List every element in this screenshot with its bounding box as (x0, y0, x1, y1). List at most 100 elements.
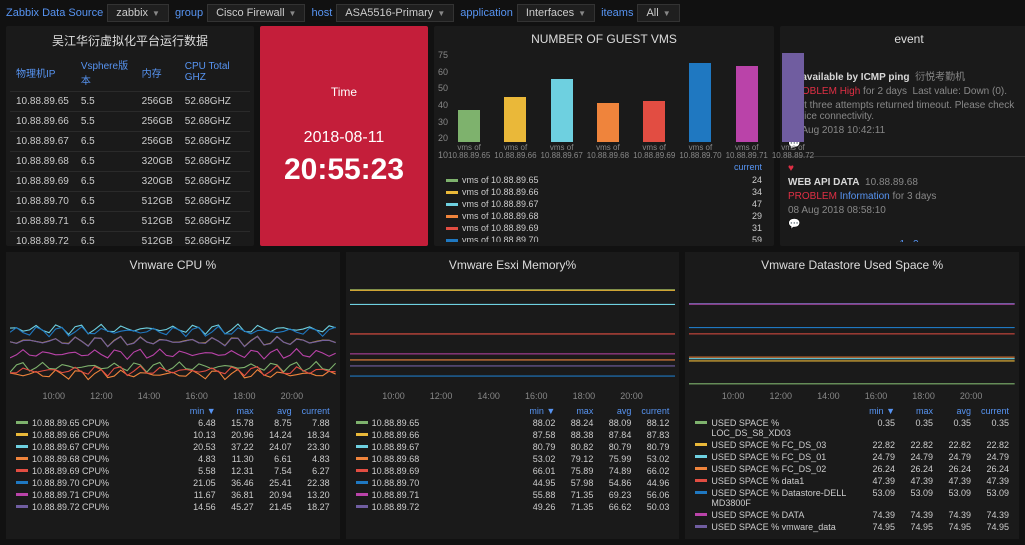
stats-header[interactable]: max (895, 406, 933, 416)
table-header[interactable]: 物理机IP (10, 53, 75, 92)
legend-swatch (695, 467, 707, 470)
event-item[interactable]: ♥ WEB API DATA 10.88.89.68 PROBLEM Infor… (788, 163, 1025, 230)
legend-item[interactable]: vms of 10.88.89.6829 (446, 210, 762, 222)
legend-item[interactable]: 10.88.89.6588.0288.2488.0988.12 (356, 417, 670, 429)
table-row[interactable]: 10.88.89.696.5320GB52.68GHZ (10, 172, 250, 192)
legend-item[interactable]: USED SPACE % FC_DS_0322.8222.8222.8222.8… (695, 439, 1009, 451)
legend-stats: min ▼maxavgcurrent10.88.89.65 CPU%6.4815… (10, 403, 336, 515)
table-row[interactable]: 10.88.89.665.5256GB52.68GHZ (10, 112, 250, 132)
filter-label[interactable]: application (460, 7, 513, 19)
stats-header[interactable]: current (971, 406, 1009, 416)
bar[interactable] (689, 63, 711, 142)
y-axis: 75605040302010 (438, 50, 458, 160)
pager-page[interactable]: 2 (913, 239, 919, 242)
line-chart[interactable] (689, 276, 1015, 386)
line-chart[interactable] (10, 276, 336, 386)
legend-swatch (16, 493, 28, 496)
stats-header[interactable]: min ▼ (857, 406, 895, 416)
legend-item[interactable]: 10.88.89.69 CPU%5.5812.317.546.27 (16, 465, 330, 477)
stats-header[interactable]: current (631, 406, 669, 416)
legend-item[interactable]: USED SPACE % FC_DS_0124.7924.7924.7924.7… (695, 451, 1009, 463)
bar[interactable] (736, 66, 758, 142)
filter-label[interactable]: host (311, 7, 332, 19)
stats-header[interactable]: min ▼ (517, 406, 555, 416)
chevron-down-icon: ▼ (152, 9, 160, 18)
legend-swatch (356, 481, 368, 484)
legend-item[interactable]: USED SPACE % LOC_DS_S8_XD030.350.350.350… (695, 417, 1009, 439)
stats-header[interactable]: current (292, 406, 330, 416)
comment-icon[interactable]: 💬 (788, 139, 1025, 150)
bar-chart[interactable]: 75605040302010 vms of 10.88.89.65vms of … (438, 50, 770, 160)
legend-item[interactable]: 10.88.89.71 CPU%11.6736.8120.9413.20 (16, 489, 330, 501)
legend-swatch (695, 421, 707, 424)
legend-item[interactable]: 10.88.89.68 CPU%4.8311.306.614.83 (16, 453, 330, 465)
panel-title: Time (331, 85, 357, 99)
legend-item[interactable]: USED SPACE % vmware_data74.9574.9574.957… (695, 521, 1009, 533)
legend-swatch (16, 421, 28, 424)
filter-select[interactable]: ASA5516-Primary ▼ (336, 4, 454, 22)
filter-label[interactable]: Zabbix Data Source (6, 7, 103, 19)
filter-select[interactable]: Cisco Firewall ▼ (207, 4, 305, 22)
filter-select[interactable]: Interfaces ▼ (517, 4, 595, 22)
table-row[interactable]: 10.88.89.676.5256GB52.68GHZ (10, 132, 250, 152)
legend-item[interactable]: 10.88.89.65 CPU%6.4815.788.757.88 (16, 417, 330, 429)
legend-item[interactable]: 10.88.89.7249.2671.3566.6250.03 (356, 501, 670, 513)
panel-title: Vmware Esxi Memory% (350, 256, 676, 276)
legend-swatch (356, 469, 368, 472)
bar[interactable] (597, 103, 619, 142)
legend-item[interactable]: vms of 10.88.89.6634 (446, 186, 762, 198)
table-row[interactable]: 10.88.89.686.5320GB52.68GHZ (10, 152, 250, 172)
table-row[interactable]: 10.88.89.716.5512GB52.68GHZ (10, 212, 250, 232)
legend-item[interactable]: 10.88.89.70 CPU%21.0536.4625.4122.38 (16, 477, 330, 489)
filter-select[interactable]: zabbix ▼ (107, 4, 169, 22)
legend-item[interactable]: vms of 10.88.89.6747 (446, 198, 762, 210)
stats-header[interactable]: max (555, 406, 593, 416)
table-header[interactable]: 内存 (136, 53, 179, 92)
legend-item[interactable]: 10.88.89.6780.7980.8280.7980.79 (356, 441, 670, 453)
legend-item[interactable]: 10.88.89.7044.9557.9854.8644.96 (356, 477, 670, 489)
x-axis: 10:0012:0014:0016:0018:0020:00 (350, 389, 676, 403)
table-row[interactable]: 10.88.89.655.5256GB52.68GHZ (10, 92, 250, 112)
legend-item[interactable]: 10.88.89.66 CPU%10.1320.9614.2418.34 (16, 429, 330, 441)
bar-label: vms of 10.88.89.67 (541, 144, 583, 160)
legend-item[interactable]: USED SPACE % Datastore-DELL MD3800F53.09… (695, 487, 1009, 509)
x-axis: 10:0012:0014:0016:0018:0020:00 (689, 389, 1015, 403)
legend-item[interactable]: 10.88.89.6853.0279.1275.9953.02 (356, 453, 670, 465)
legend-item[interactable]: USED SPACE % data147.3947.3947.3947.39 (695, 475, 1009, 487)
stats-header[interactable]: avg (254, 406, 292, 416)
legend-item[interactable]: USED SPACE % DATA74.3974.3974.3974.39 (695, 509, 1009, 521)
bar[interactable] (643, 101, 665, 142)
legend-item[interactable]: vms of 10.88.89.6524 (446, 174, 762, 186)
stats-header[interactable]: min ▼ (178, 406, 216, 416)
stats-header[interactable]: avg (593, 406, 631, 416)
legend-item[interactable]: 10.88.89.6687.5888.3887.8487.83 (356, 429, 670, 441)
table-row[interactable]: 10.88.89.706.5512GB52.68GHZ (10, 192, 250, 212)
bar[interactable] (782, 53, 804, 142)
bar[interactable] (504, 97, 526, 142)
table-header[interactable]: Vsphere版本 (75, 53, 136, 92)
event-item[interactable]: ♥ Unavailable by ICMP ping 衍悦考勤机 PROBLEM… (788, 54, 1025, 150)
stats-header[interactable]: avg (933, 406, 971, 416)
vm-table-panel: 吴江华衍虚拟化平台运行数据 物理机IPVsphere版本内存CPU Total … (6, 26, 254, 246)
table-header[interactable]: CPU Total GHZ (179, 53, 250, 92)
line-chart[interactable] (350, 276, 676, 386)
pager-page[interactable]: 1 (899, 239, 905, 242)
legend-item[interactable]: vms of 10.88.89.6931 (446, 222, 762, 234)
filter-label[interactable]: group (175, 7, 203, 19)
legend-item[interactable]: 10.88.89.7155.8871.3569.2356.06 (356, 489, 670, 501)
legend-item[interactable]: 10.88.89.72 CPU%14.5645.2721.4518.27 (16, 501, 330, 513)
stats-header[interactable]: max (216, 406, 254, 416)
legend-item[interactable]: 10.88.89.67 CPU%20.5337.2224.0723.30 (16, 441, 330, 453)
legend-swatch (16, 505, 28, 508)
legend-header-current: current (734, 162, 762, 172)
legend-item[interactable]: vms of 10.88.89.7059 (446, 234, 762, 242)
filter-label[interactable]: iteams (601, 7, 633, 19)
filter-select[interactable]: All ▼ (637, 4, 679, 22)
comment-icon[interactable]: 💬 (788, 219, 1025, 230)
legend-item[interactable]: USED SPACE % FC_DS_0226.2426.2426.2426.2… (695, 463, 1009, 475)
bar[interactable] (551, 79, 573, 142)
bar[interactable] (458, 110, 480, 142)
legend-swatch (446, 179, 458, 182)
table-row[interactable]: 10.88.89.726.5512GB52.68GHZ (10, 232, 250, 252)
legend-item[interactable]: 10.88.89.6966.0175.8974.8966.02 (356, 465, 670, 477)
